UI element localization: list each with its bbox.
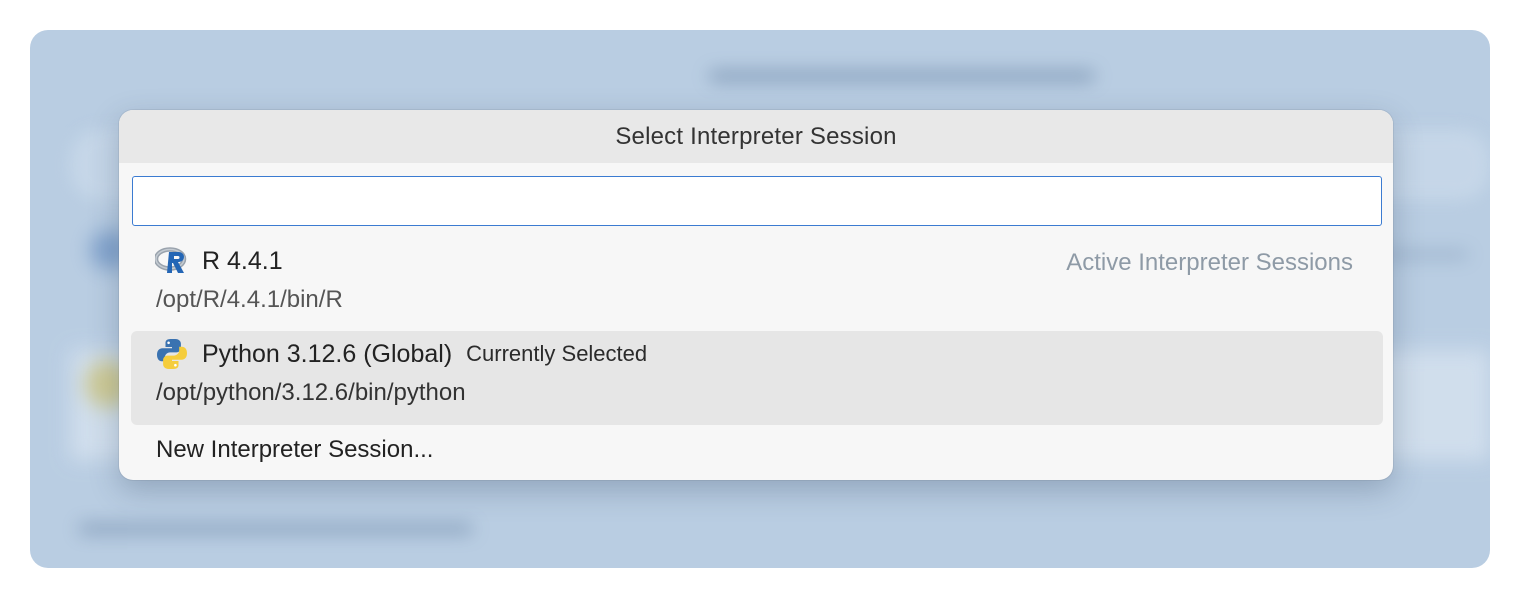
session-name: R 4.4.1 [202,246,283,275]
r-logo-icon [153,246,189,276]
new-interpreter-session-item[interactable]: New Interpreter Session... [131,428,1383,474]
dialog-title: Select Interpreter Session [119,110,1393,163]
session-path: /opt/python/3.12.6/bin/python [156,379,466,406]
session-path: /opt/R/4.4.1/bin/R [156,286,343,313]
session-item-python[interactable]: Python 3.12.6 (Global) Currently Selecte… [131,331,1383,425]
search-input[interactable] [132,176,1382,226]
search-field-container [132,176,1382,226]
session-item-r[interactable]: R 4.4.1 Active Interpreter Sessions /opt… [131,236,1383,326]
blurred-background-title: ▬▬▬▬▬▬▬▬▬▬▬▬ [710,52,1094,88]
group-label-active-sessions: Active Interpreter Sessions [1066,249,1353,276]
blurred-background-side-text: ▬▬▬▬ [1380,238,1468,263]
interpreter-session-picker: Select Interpreter Session R 4.4.1 Activ… [119,110,1393,480]
new-session-label: New Interpreter Session... [156,436,434,463]
session-item-header: R 4.4.1 [153,246,283,276]
python-logo-icon [155,339,189,369]
session-name: Python 3.12.6 (Global) [202,339,453,368]
session-item-header: Python 3.12.6 (Global) Currently Selecte… [155,339,647,369]
currently-selected-badge: Currently Selected [466,341,648,366]
blurred-background-text: ▬▬▬▬▬▬▬▬▬▬▬▬▬▬ [80,508,472,539]
